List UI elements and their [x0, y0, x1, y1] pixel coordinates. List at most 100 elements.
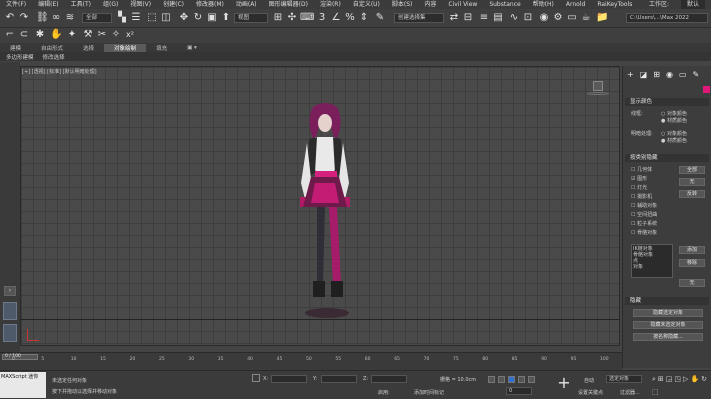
bone-icon[interactable]: ⚒	[82, 29, 94, 41]
material-editor-icon[interactable]: ◉	[538, 12, 550, 24]
pan-icon[interactable]: ✋	[690, 375, 699, 386]
shaded-object-color-radio[interactable]: ○ 对象颜色	[661, 130, 687, 137]
render-icon[interactable]: ☕	[580, 12, 592, 24]
menu-item[interactable]: RaiKeyTools	[591, 0, 638, 9]
category-none-button[interactable]: 无	[679, 178, 705, 186]
category-particles-checkbox[interactable]: ☐ 粒子系统	[631, 220, 657, 227]
project-folder-icon[interactable]: 📁	[596, 12, 608, 24]
viewport-label[interactable]: [+] [透视] [标准] [默认明暗处理]	[22, 68, 97, 75]
play-icon[interactable]	[508, 376, 515, 383]
snap-toggle-icon[interactable]: 3	[316, 12, 328, 24]
ribbon-item-poly-modeling[interactable]: 多边形建模	[0, 53, 37, 61]
current-frame-field[interactable]: 0	[506, 387, 532, 395]
reference-coord-dropdown[interactable]: 视图	[234, 13, 268, 23]
redo-icon[interactable]: ↷	[18, 12, 30, 24]
render-setup-icon[interactable]: ⚙	[552, 12, 564, 24]
isolate-icon[interactable]: ✱	[34, 29, 46, 41]
object-color-swatch[interactable]	[703, 86, 710, 93]
menu-item[interactable]: 编辑(E)	[32, 0, 64, 9]
zoom-extents-all-icon[interactable]: ◳	[674, 375, 681, 386]
dope-icon[interactable]: ✦	[66, 29, 78, 41]
go-to-start-icon[interactable]	[488, 376, 495, 383]
undo-icon[interactable]: ↶	[4, 12, 16, 24]
list-none-button[interactable]: 无	[679, 279, 705, 287]
select-manipulate-icon[interactable]: ✣	[286, 12, 298, 24]
select-object-icon[interactable]: ▚	[116, 12, 128, 24]
pivot-center-icon[interactable]: ⊞	[272, 12, 284, 24]
select-by-name-icon[interactable]: ☰	[130, 12, 142, 24]
hide-header[interactable]: 隐藏	[625, 297, 709, 305]
ribbon-options-icon[interactable]: ▣ ▾	[177, 45, 207, 51]
list-add-button[interactable]: 添加	[679, 246, 705, 254]
schematic-view-icon[interactable]: ⊡	[522, 12, 534, 24]
selection-set-dropdown[interactable]: 选定对象	[606, 375, 642, 383]
time-slider[interactable]: 0 / 100	[2, 354, 38, 360]
menu-item[interactable]: 视图(V)	[124, 0, 157, 9]
display-icon[interactable]: ▭	[679, 70, 687, 80]
curve-editor-icon[interactable]: ∿	[508, 12, 520, 24]
x-formula-icon[interactable]: x²	[124, 29, 136, 41]
hide-unselected-button[interactable]: 隐藏未选定对象	[633, 321, 703, 329]
percent-snap-icon[interactable]: %	[344, 12, 356, 24]
zoom-all-icon[interactable]: ⊞	[658, 375, 664, 386]
tab-freeform[interactable]: 自由形式	[31, 44, 73, 52]
menu-item[interactable]: 组(G)	[97, 0, 124, 9]
display-color-header[interactable]: 显示颜色	[625, 98, 709, 106]
set-key-button[interactable]: 设置关键点	[578, 389, 603, 396]
project-path-field[interactable]: C:\Users\...\Max 2022	[626, 13, 708, 23]
mirror-icon[interactable]: ⇄	[448, 12, 460, 24]
tab-object-paint[interactable]: 对象绘制	[104, 43, 147, 52]
align-icon[interactable]: ⊟	[462, 12, 474, 24]
lock-selection-icon[interactable]	[252, 374, 260, 382]
quick-ruler-icon[interactable]: ⌐	[4, 29, 16, 41]
category-shapes-checkbox[interactable]: ☑ 图形	[631, 175, 647, 182]
set-key-icon[interactable]: +	[556, 375, 572, 391]
menu-item[interactable]: 自定义(U)	[347, 0, 386, 9]
key-filters-button[interactable]: 过滤器...	[620, 389, 640, 396]
menu-item[interactable]: Substance	[483, 0, 526, 9]
hide-by-category-header[interactable]: 按类别隐藏	[625, 154, 709, 162]
window-crossing-icon[interactable]: ◫	[160, 12, 172, 24]
category-space-warps-checkbox[interactable]: ☐ 空间扭曲	[631, 211, 657, 218]
tab-modeling[interactable]: 建模	[0, 44, 31, 52]
fov-icon[interactable]: ▷	[683, 375, 688, 386]
menu-item[interactable]: 帮助(H)	[527, 0, 560, 9]
category-all-button[interactable]: 全部	[679, 166, 705, 174]
hand-icon[interactable]: ✋	[50, 29, 62, 41]
wireframe-material-color-radio[interactable]: ● 材质颜色	[661, 117, 687, 124]
z-coord-field[interactable]	[371, 375, 407, 383]
add-time-tag[interactable]: 添加时间标记	[414, 389, 444, 396]
character-model[interactable]	[285, 103, 365, 323]
menu-item[interactable]: 图形编辑器(D)	[263, 0, 314, 9]
menu-item[interactable]: Civil View	[442, 0, 483, 9]
next-frame-icon[interactable]	[518, 376, 525, 383]
category-invert-button[interactable]: 反转	[679, 190, 705, 198]
tab-populate[interactable]: 填充	[146, 44, 177, 52]
menu-item[interactable]: 工具(T)	[65, 0, 97, 9]
category-listbox[interactable]: IK链对象 骨骼对象 点 对象	[631, 244, 673, 278]
utilities-icon[interactable]: ✎	[693, 70, 700, 80]
menu-item[interactable]: 文件(F)	[0, 0, 32, 9]
ribbon-item-modify-selection[interactable]: 修改选择	[37, 53, 68, 61]
link-icon[interactable]: ⛓	[36, 12, 49, 24]
named-selection-dropdown[interactable]: 创建选择集	[394, 13, 444, 23]
category-lights-checkbox[interactable]: ☐ 灯光	[631, 184, 647, 191]
slice-icon[interactable]: ✂	[96, 29, 108, 41]
hierarchy-icon[interactable]: ⊞	[653, 70, 660, 80]
list-remove-button[interactable]: 移除	[679, 259, 705, 267]
magnet-icon[interactable]: ⊂	[18, 29, 30, 41]
x-coord-field[interactable]	[271, 375, 307, 383]
rotate-icon[interactable]: ↻	[192, 12, 204, 24]
motion-icon[interactable]: ◉	[666, 70, 673, 80]
unlink-icon[interactable]: ∞	[50, 12, 62, 24]
viewcube[interactable]	[587, 81, 609, 97]
selection-filter-dropdown[interactable]: 全部	[82, 13, 112, 23]
scale-icon[interactable]: ▣	[206, 12, 218, 24]
maxscript-listener[interactable]: MAXScript 迷你	[0, 372, 46, 398]
menu-item[interactable]: 动画(A)	[230, 0, 263, 9]
orbit-icon[interactable]: ↻	[701, 375, 707, 386]
category-helpers-checkbox[interactable]: ☐ 辅助对象	[631, 202, 657, 209]
shaded-material-color-radio[interactable]: ● 材质颜色	[661, 137, 687, 144]
angle-snap-icon[interactable]: ∠	[330, 12, 342, 24]
workspace-value[interactable]: 默认	[680, 0, 705, 9]
